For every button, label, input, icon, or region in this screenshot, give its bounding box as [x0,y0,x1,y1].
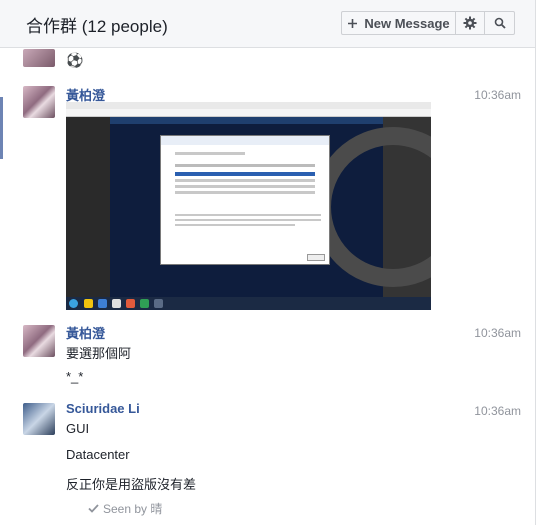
new-message-label: New Message [364,15,450,31]
dialog-text-line [175,214,321,216]
dark-side-panel [66,117,110,297]
new-message-button[interactable]: New Message [342,12,456,34]
seen-receipt: Seen by 晴 [88,500,162,517]
conversation-title: 合作群 (12 people) [26,17,168,36]
timestamp: 10:36am [474,404,521,418]
dialog-title-bar [161,136,329,145]
folder-icon [84,299,93,308]
dialog-selected-row [175,172,315,176]
start-icon [69,299,78,308]
dialog-text-line [175,219,321,221]
plus-icon [348,18,358,28]
app-icon [140,299,149,308]
dialog-text-line [175,224,295,226]
message-text: 要選那個阿 [66,346,132,361]
settings-button[interactable] [456,12,485,34]
gear-icon [463,16,477,30]
search-button[interactable] [485,12,514,34]
sender-name[interactable]: 黃柏澄 [66,323,105,342]
message-text: *_* [66,369,84,384]
sender-name[interactable]: Sciuridae Li [66,401,140,416]
dialog-table-header [175,164,315,167]
emoji-message: ⚽ [66,52,84,68]
message-text: GUI [66,421,90,436]
dark-side-panel [313,117,431,297]
screenshot-attachment[interactable] [66,102,431,310]
vm-title-bar [110,117,383,124]
conversation-header: 合作群 (12 people) New Message [0,0,535,48]
avatar[interactable] [23,403,55,435]
avatar[interactable] [23,49,55,67]
message-text: 反正你是用盜版沒有差 [66,477,197,492]
browser-tab-bar [66,102,431,109]
windows-taskbar [66,297,431,310]
app-icon [98,299,107,308]
installer-dialog [160,135,330,265]
dialog-table-row [175,191,315,194]
header-actions: New Message [341,11,515,35]
app-icon [154,299,163,308]
dialog-text-line [175,152,245,155]
timestamp: 10:36am [474,88,521,102]
dialog-table-row [175,185,315,188]
active-thread-indicator [0,97,3,159]
dialog-table-row [175,179,315,182]
dialog-next-button [307,254,325,261]
seen-label: Seen by 晴 [103,502,163,516]
checkmark-icon [88,504,99,513]
scrollbar-track[interactable] [535,0,543,525]
avatar[interactable] [23,325,55,357]
search-icon [494,17,506,29]
app-icon [112,299,121,308]
browser-url-bar [66,109,431,117]
decorative-arc [313,127,431,287]
chrome-icon [126,299,135,308]
avatar[interactable] [23,86,55,118]
message-text: Datacenter [66,447,130,462]
timestamp: 10:36am [474,326,521,340]
